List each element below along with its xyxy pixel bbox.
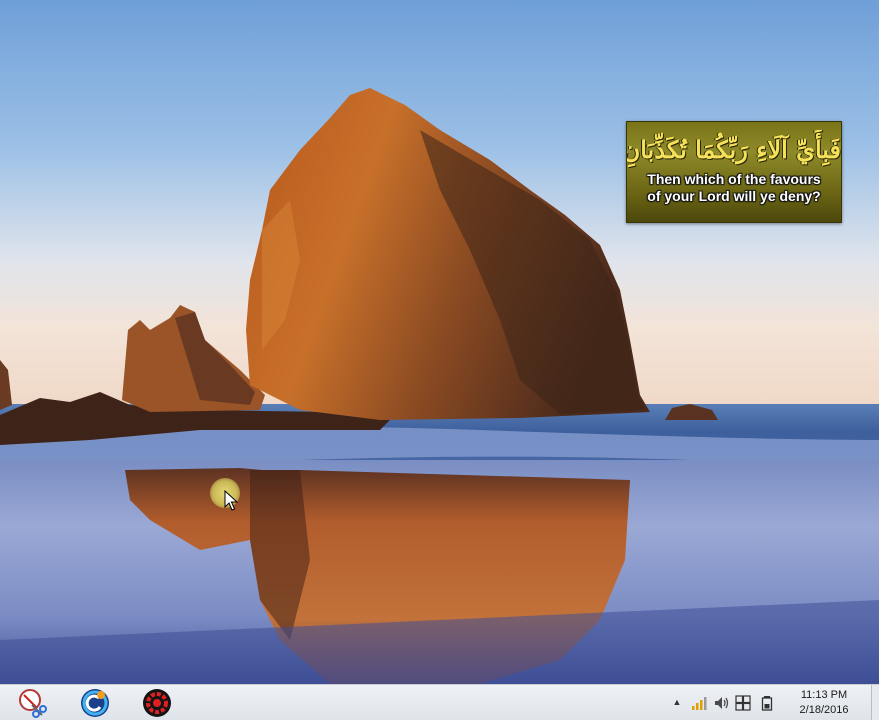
taskbar[interactable]: ▲ 11:13 PM 2/18/2016 <box>0 684 879 720</box>
arrow-cursor-icon <box>224 490 238 511</box>
widget-english-line-2: of your Lord will ye deny? <box>647 188 821 204</box>
widget-english-line-1: Then which of the favours <box>647 171 821 187</box>
windows-flag-icon[interactable] <box>735 695 751 711</box>
network-bars-icon[interactable] <box>691 695 707 711</box>
widget-arabic-verse: فَبِأَيِّ آلَاءِ رَبِّكُمَا تُكَذِّبَانِ <box>627 135 841 164</box>
show-hidden-icons-button[interactable]: ▲ <box>669 694 685 710</box>
red-gear-app-icon <box>143 689 171 717</box>
system-tray: ▲ 11:13 PM 2/18/2016 <box>669 685 879 720</box>
desktop-wallpaper <box>0 0 879 684</box>
quran-verse-widget[interactable]: فَبِأَيِّ آلَاءِ رَبِّكُمَا تُكَذِّبَانِ… <box>626 121 842 223</box>
cyberlink-app-icon <box>81 689 109 717</box>
desktop[interactable]: فَبِأَيِّ آلَاءِ رَبِّكُمَا تُكَذِّبَانِ… <box>0 0 879 720</box>
taskbar-clock[interactable]: 11:13 PM 2/18/2016 <box>789 688 859 718</box>
clock-date: 2/18/2016 <box>799 704 849 716</box>
volume-icon[interactable] <box>713 695 729 711</box>
taskbar-button-cyberlink-app[interactable] <box>79 687 111 719</box>
show-desktop-button[interactable] <box>871 685 879 720</box>
snipping-tool-icon <box>19 689 47 718</box>
taskbar-button-snipping-tool[interactable] <box>16 687 48 719</box>
widget-english-translation: Then which of the favours of your Lord w… <box>627 171 841 205</box>
clock-time: 11:13 PM <box>800 689 848 701</box>
taskbar-button-red-gear-app[interactable] <box>141 687 173 719</box>
battery-icon[interactable] <box>759 695 775 711</box>
